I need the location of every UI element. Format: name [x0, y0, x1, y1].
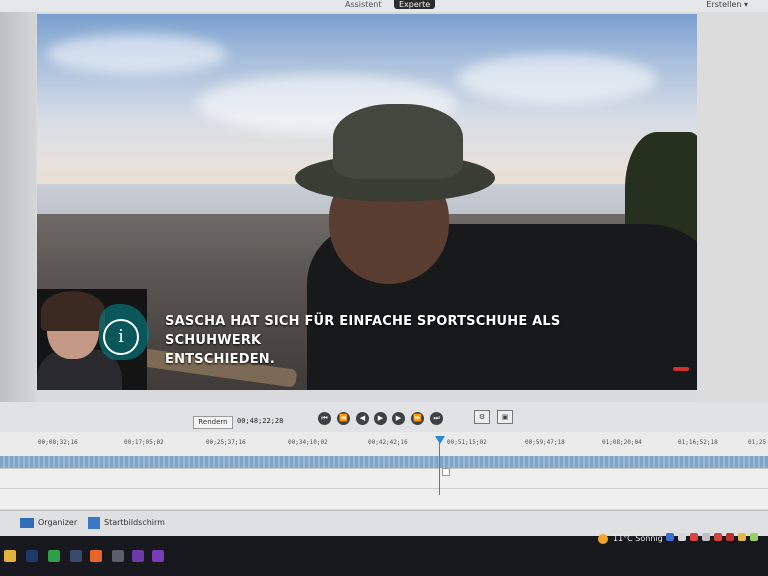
app-icon[interactable]	[112, 550, 124, 562]
weather-widget[interactable]: 11°C Sonnig	[598, 532, 663, 546]
firefox-icon[interactable]	[90, 550, 102, 562]
settings-icon[interactable]: ⚙	[474, 410, 490, 424]
organizer-button[interactable]: Organizer	[20, 517, 77, 529]
organizer-label: Organizer	[38, 518, 78, 527]
scene-cloud	[47, 34, 227, 74]
ruler-label: 00;42;42;16	[368, 439, 408, 446]
webcam-person-hair	[41, 291, 105, 331]
scene-cloud	[457, 54, 657, 104]
playhead-handle-icon[interactable]	[435, 436, 445, 444]
file-explorer-icon[interactable]	[4, 550, 16, 562]
subtitle-text: SASCHA HAT SICH FÜR EINFACHE SPORTSCHUHE…	[165, 312, 645, 369]
sun-icon	[598, 534, 608, 544]
clip-marker-icon[interactable]	[442, 468, 450, 476]
steam-icon[interactable]	[26, 550, 38, 562]
video-preview-monitor[interactable]: i SASCHA HAT SICH FÜR EINFACHE SPORTSCHU…	[37, 14, 697, 390]
subtitle-line-1: SASCHA HAT SICH FÜR EINFACHE SPORTSCHUHE…	[165, 314, 561, 348]
tray-app-icon[interactable]	[666, 533, 674, 541]
frame-back-icon[interactable]: ◀	[356, 412, 369, 425]
render-button[interactable]: Rendern	[193, 416, 233, 429]
step-back-icon[interactable]: ⏪	[337, 412, 350, 425]
ruler-label: 00;25;37;16	[206, 439, 246, 446]
home-icon	[88, 517, 100, 529]
tray-app-icon[interactable]	[738, 533, 746, 541]
weather-text: 11°C Sonnig	[613, 534, 663, 543]
video-track-clip[interactable]	[0, 456, 768, 468]
home-screen-button[interactable]: Startbildschirm	[88, 517, 165, 529]
ruler-label: 01;25	[748, 439, 767, 446]
track-divider	[0, 488, 768, 489]
go-to-start-icon[interactable]: ⏮	[318, 412, 331, 425]
playhead[interactable]	[439, 437, 440, 495]
premiere-elements-active-icon[interactable]	[152, 550, 164, 562]
frame-forward-icon[interactable]: ▶	[392, 412, 405, 425]
recording-indicator-icon	[673, 367, 689, 371]
fit-view-icon[interactable]: ▣	[497, 410, 513, 424]
tab-quick-mode[interactable]: Assistent	[340, 0, 386, 9]
left-panel-edge	[0, 12, 36, 412]
ruler-label: 01;16;52;18	[678, 439, 718, 446]
info-icon: i	[103, 319, 139, 355]
microphone-icon[interactable]	[702, 533, 710, 541]
home-screen-label: Startbildschirm	[104, 518, 165, 527]
tray-app-icon[interactable]	[678, 533, 686, 541]
play-icon[interactable]: ▶	[374, 412, 387, 425]
ruler-label: 00;59;47;18	[525, 439, 565, 446]
ruler-label: 00;34;10;02	[288, 439, 328, 446]
organizer-icon	[20, 518, 34, 528]
tray-app-icon[interactable]	[750, 533, 758, 541]
right-panel	[696, 12, 768, 402]
tray-app-icon[interactable]	[690, 533, 698, 541]
ruler-label: 00;17;05;02	[124, 439, 164, 446]
browser-icon[interactable]	[70, 550, 82, 562]
premiere-elements-icon[interactable]	[132, 550, 144, 562]
tray-app-icon[interactable]	[714, 533, 722, 541]
scene-hat-crown	[333, 104, 463, 179]
subtitle-line-2: ENTSCHIEDEN.	[165, 352, 276, 367]
ruler-label: 01;08;20;04	[602, 439, 642, 446]
chrome-icon[interactable]	[48, 550, 60, 562]
create-menu-button[interactable]: Erstellen ▾	[706, 0, 748, 9]
tray-app-icon[interactable]	[726, 533, 734, 541]
go-to-end-icon[interactable]: ⏭	[430, 412, 443, 425]
tab-expert-mode[interactable]: Experte	[394, 0, 436, 9]
step-forward-icon[interactable]: ⏩	[411, 412, 424, 425]
ruler-label: 00;08;32;16	[38, 439, 78, 446]
ruler-label: 00;51;15;02	[447, 439, 487, 446]
current-timecode: 00;48;22;28	[237, 417, 284, 425]
